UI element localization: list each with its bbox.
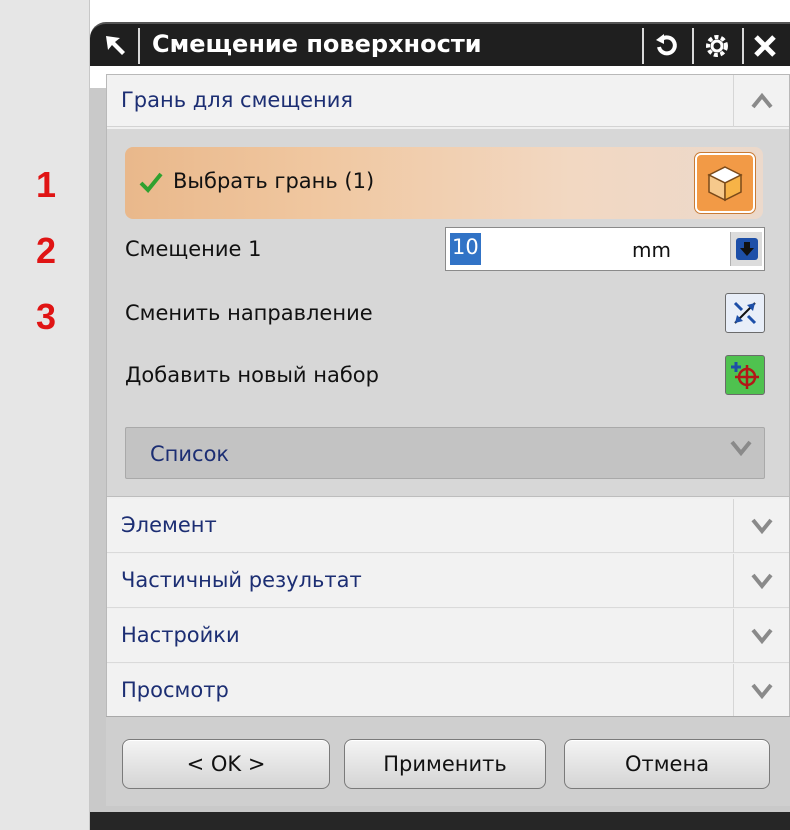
add-new-set-label: Добавить новый набор bbox=[125, 363, 379, 387]
offset-input[interactable]: 10 mm bbox=[445, 227, 765, 271]
chevron-down-icon[interactable] bbox=[733, 609, 789, 663]
ok-button[interactable]: < OK > bbox=[122, 739, 330, 789]
section-partial-result-label: Частичный результат bbox=[121, 568, 362, 592]
reset-icon[interactable] bbox=[650, 28, 684, 64]
close-icon[interactable] bbox=[748, 28, 782, 64]
list-toggle[interactable]: Список bbox=[125, 427, 765, 479]
offset-unit: mm bbox=[632, 238, 671, 262]
add-set-icon[interactable] bbox=[725, 355, 765, 395]
section-element[interactable]: Элемент bbox=[107, 499, 789, 553]
annotation-1: 1 bbox=[36, 164, 57, 205]
checkmark-icon bbox=[139, 171, 163, 193]
left-frame bbox=[0, 0, 90, 830]
unit-dropdown-icon[interactable] bbox=[730, 232, 762, 266]
annotation-3: 3 bbox=[36, 296, 57, 337]
section-element-label: Элемент bbox=[121, 513, 217, 537]
section-preview-label: Просмотр bbox=[121, 678, 229, 702]
annotation-2: 2 bbox=[36, 230, 57, 271]
section-face-body: Выбрать грань (1) Смещение 1 10 mm Смени… bbox=[107, 129, 789, 497]
bottom-edge bbox=[90, 812, 790, 830]
reverse-direction-icon[interactable] bbox=[725, 293, 765, 333]
apply-button[interactable]: Применить bbox=[344, 739, 546, 789]
select-face-label: Выбрать грань (1) bbox=[173, 169, 375, 193]
select-face-row[interactable]: Выбрать грань (1) bbox=[125, 147, 763, 219]
section-face-header[interactable]: Грань для смещения bbox=[107, 75, 789, 127]
offset-value[interactable]: 10 bbox=[450, 233, 481, 265]
reverse-direction-label: Сменить направление bbox=[125, 301, 373, 325]
chevron-down-icon[interactable] bbox=[733, 499, 789, 553]
chevron-down-icon[interactable] bbox=[730, 440, 752, 460]
title-strip: Смещение поверхности bbox=[90, 22, 790, 66]
section-settings-label: Настройки bbox=[121, 623, 240, 647]
select-arrow-icon[interactable] bbox=[100, 30, 130, 60]
cancel-button[interactable]: Отмена bbox=[564, 739, 770, 789]
title-separator bbox=[692, 28, 694, 64]
face-cube-icon[interactable] bbox=[695, 153, 755, 213]
chevron-up-icon[interactable] bbox=[733, 75, 789, 127]
title-separator bbox=[138, 28, 140, 64]
section-settings[interactable]: Настройки bbox=[107, 609, 789, 663]
chevron-down-icon[interactable] bbox=[733, 664, 789, 718]
section-face-label: Грань для смещения bbox=[121, 88, 354, 112]
gear-icon[interactable] bbox=[700, 28, 734, 64]
title-separator bbox=[642, 28, 644, 64]
dialog-body: Грань для смещения Выбрать грань (1) Сме… bbox=[106, 74, 790, 718]
title-separator bbox=[742, 28, 744, 64]
chevron-down-icon[interactable] bbox=[733, 554, 789, 608]
dialog-title: Смещение поверхности bbox=[152, 30, 482, 58]
section-partial-result[interactable]: Частичный результат bbox=[107, 554, 789, 608]
section-preview[interactable]: Просмотр bbox=[107, 664, 789, 718]
list-label: Список bbox=[150, 442, 230, 466]
dialog-footer: < OK > Применить Отмена bbox=[106, 716, 790, 806]
offset-label: Смещение 1 bbox=[125, 237, 262, 261]
offset-surface-dialog: Смещение поверхности Грань для смещения bbox=[90, 0, 790, 830]
